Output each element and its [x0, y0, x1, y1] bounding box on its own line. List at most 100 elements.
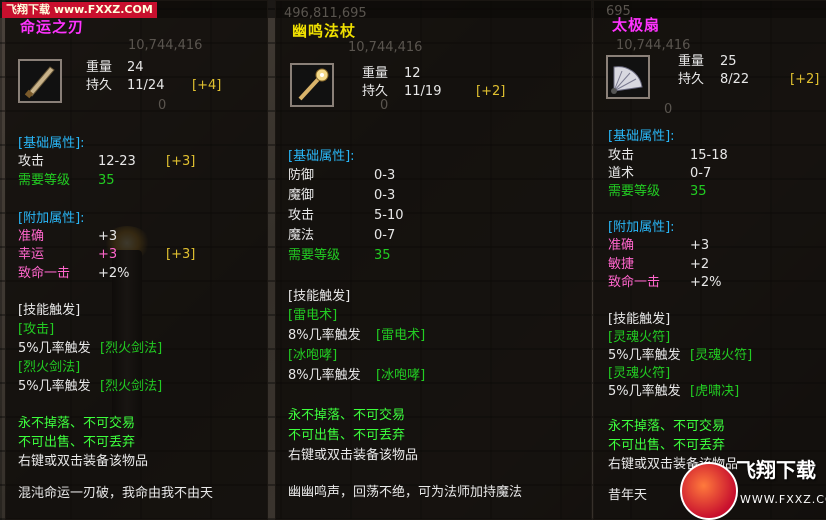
stat-label: 魔御 — [288, 188, 315, 203]
weight-label: 重量 — [678, 54, 705, 69]
weight-value: 25 — [720, 54, 737, 69]
flavor-text: 幽幽鸣声，回荡不绝，可为法师加持魔法 — [288, 485, 523, 500]
weight-label: 重量 — [362, 66, 389, 81]
durability-label: 持久 — [362, 84, 389, 99]
bg-number: 10,744,416 — [616, 38, 691, 53]
item-tooltip-ghost-staff: 496,811,695 10,744,416 0 幽鸣法杖 重量 12 持久 1… — [275, 0, 592, 520]
item-title: 幽鸣法杖 — [292, 22, 357, 40]
note-line: 右键或双击装备该物品 — [288, 448, 419, 463]
stat-label: 道术 — [608, 166, 635, 181]
watermark-name: 飞翔下载 — [6, 3, 50, 16]
note-line: 永不掉落、不可交易 — [608, 419, 726, 434]
stat-label: 致命一击 — [608, 275, 661, 290]
stat-value: 0-7 — [374, 228, 396, 243]
flavor-text: 昔年天 — [608, 488, 648, 503]
stat-label: 防御 — [288, 168, 315, 183]
stat-value: 0-3 — [374, 168, 396, 183]
stat-label: 需要等级 — [18, 173, 71, 188]
durability-label: 持久 — [86, 78, 113, 93]
watermark-url: WWW.FXXZ.COM — [740, 493, 826, 506]
skill-name: [灵魂火符] — [608, 330, 671, 345]
skill-effect: [雷电术] — [376, 328, 426, 343]
durability-bonus: [+4] — [192, 78, 222, 93]
skill-trigger: 5%几率触发 — [18, 341, 91, 356]
bg-number: 496,811,695 — [284, 6, 367, 21]
stat-value: 35 — [374, 248, 391, 263]
note-line: 不可出售、不可丢弃 — [288, 428, 406, 443]
stat-value: +2 — [690, 257, 710, 272]
item-title: 太极扇 — [612, 16, 661, 34]
item-tooltip-destiny-blade: 10,744,416 0 命运之刃 重量 24 持久 11/24 [+4] [基… — [5, 0, 268, 520]
stat-value: 0-7 — [690, 166, 712, 181]
stat-label: 敏捷 — [608, 257, 635, 272]
skill-effect: [烈火剑法] — [100, 341, 163, 356]
stat-value: 35 — [98, 173, 115, 188]
weight-value: 24 — [127, 60, 144, 75]
stat-label: 准确 — [608, 238, 635, 253]
skill-trigger: 8%几率触发 — [288, 368, 361, 383]
stat-label: 准确 — [18, 229, 45, 244]
skill-effect: [烈火剑法] — [100, 379, 163, 394]
watermark-name: 飞翔下载 — [736, 458, 816, 482]
bg-number: 0 — [158, 98, 167, 113]
stat-value: +3 — [690, 238, 710, 253]
stat-label: 需要等级 — [288, 248, 341, 263]
stat-bonus: [+3] — [166, 154, 196, 169]
skill-effect: [虎啸决] — [690, 384, 740, 399]
skill-effect: [冰咆哮] — [376, 368, 426, 383]
watermark-url: www.FXXZ.COM — [53, 3, 153, 16]
stat-label: 攻击 — [288, 208, 315, 223]
stat-label: 幸运 — [18, 247, 45, 262]
watermark-top: 飞翔下载 www.FXXZ.COM — [2, 2, 157, 18]
item-tooltip-taiji-fan: 695 10,744,416 0 太极扇 重量 25 持久 8/22 [+2] … — [593, 0, 826, 520]
note-line: 永不掉落、不可交易 — [18, 416, 136, 431]
note-line: 永不掉落、不可交易 — [288, 408, 406, 423]
base-attr-header: [基础属性]: — [608, 129, 675, 144]
stat-value: +2% — [690, 275, 722, 290]
skill-name: [烈火剑法] — [18, 360, 81, 375]
skill-name: [雷电术] — [288, 308, 338, 323]
skill-trigger: 8%几率触发 — [288, 328, 361, 343]
durability-value: 8/22 — [720, 72, 750, 87]
stat-value: +3 — [98, 229, 118, 244]
skill-trigger: 5%几率触发 — [608, 384, 681, 399]
durability-bonus: [+2] — [476, 84, 506, 99]
weight-label: 重量 — [86, 60, 113, 75]
extra-attr-header: [附加属性]: — [18, 211, 85, 226]
staff-icon[interactable] — [290, 63, 334, 107]
stat-value: 5-10 — [374, 208, 404, 223]
skill-header: [技能触发] — [18, 303, 81, 318]
stat-label: 攻击 — [608, 148, 635, 163]
skill-name: [攻击] — [18, 322, 55, 337]
extra-attr-header: [附加属性]: — [608, 220, 675, 235]
stat-value: +2% — [98, 266, 130, 281]
fan-icon[interactable] — [606, 55, 650, 99]
durability-bonus: [+2] — [790, 72, 820, 87]
durability-label: 持久 — [678, 72, 705, 87]
stat-value: 12-23 — [98, 154, 136, 169]
weight-value: 12 — [404, 66, 421, 81]
stat-value: 0-3 — [374, 188, 396, 203]
site-logo-icon — [680, 462, 738, 520]
durability-value: 11/19 — [404, 84, 442, 99]
bg-number: 10,744,416 — [128, 38, 203, 53]
note-line: 右键或双击装备该物品 — [18, 454, 149, 469]
base-attr-header: [基础属性]: — [18, 136, 85, 151]
stat-value: 15-18 — [690, 148, 728, 163]
durability-value: 11/24 — [127, 78, 165, 93]
flavor-text: 混沌命运一刃破，我命由我不由天 — [18, 486, 214, 501]
note-line: 不可出售、不可丢弃 — [18, 435, 136, 450]
stat-value: +3 — [98, 247, 118, 262]
bg-number: 0 — [664, 102, 673, 117]
note-line: 不可出售、不可丢弃 — [608, 438, 726, 453]
stat-label: 致命一击 — [18, 266, 71, 281]
stat-label: 攻击 — [18, 154, 45, 169]
blade-icon[interactable] — [18, 59, 62, 103]
skill-name: [冰咆哮] — [288, 348, 338, 363]
skill-header: [技能触发] — [608, 312, 671, 327]
stat-label: 需要等级 — [608, 184, 661, 199]
watermark-bottom: 飞翔下载 WWW.FXXZ.COM — [680, 458, 826, 520]
stat-value: 35 — [690, 184, 707, 199]
skill-trigger: 5%几率触发 — [18, 379, 91, 394]
skill-trigger: 5%几率触发 — [608, 348, 681, 363]
